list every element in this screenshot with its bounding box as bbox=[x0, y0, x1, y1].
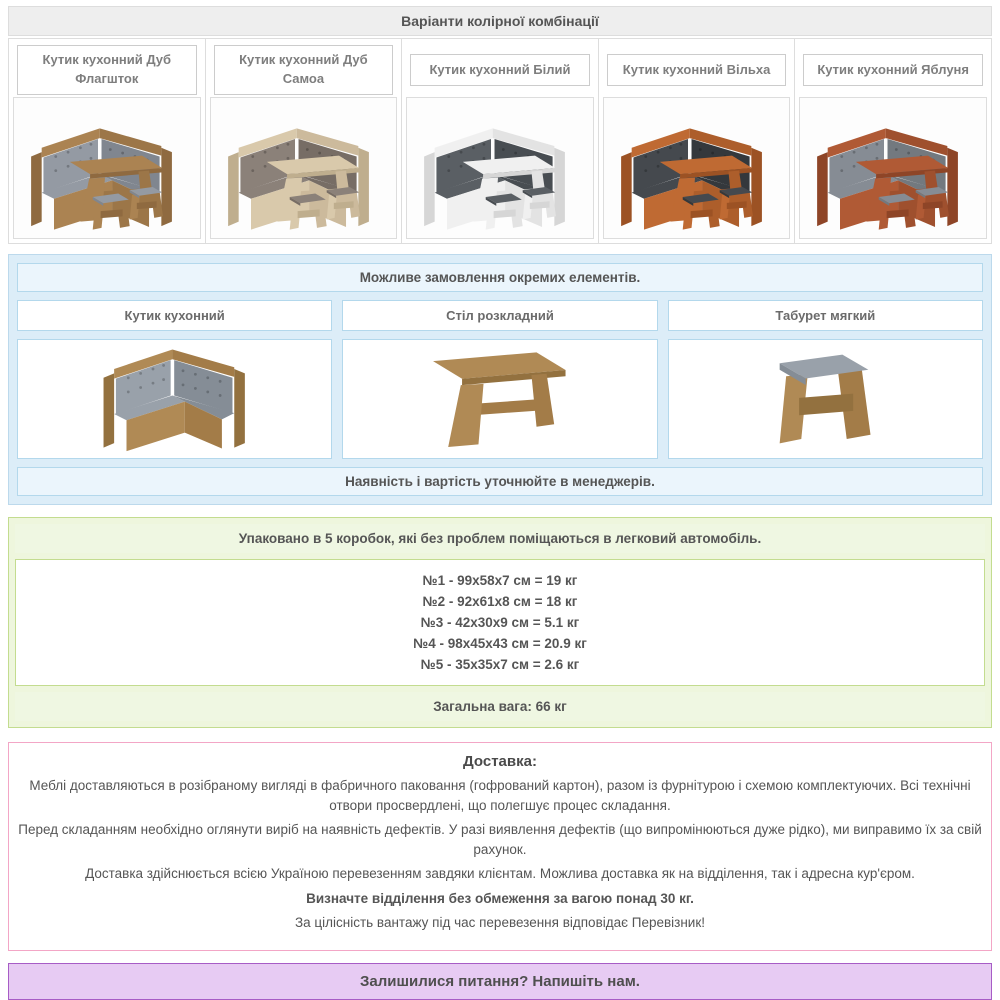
variant-card: Кутик кухонний Вільха bbox=[598, 38, 796, 244]
kitchen-corner-set-icon bbox=[608, 102, 786, 234]
single-elements-section: Можливе замовлення окремих елементів. Ку… bbox=[8, 254, 992, 505]
variant-card: Кутик кухонний Білий bbox=[401, 38, 599, 244]
packaging-header: Упаковано в 5 коробок, які без проблем п… bbox=[15, 524, 985, 553]
variant-cards-row: Кутик кухонний Дуб Флагшток Кутик кухонн… bbox=[8, 38, 992, 244]
variant-image[interactable] bbox=[603, 97, 791, 239]
box-dimension-line: №3 - 42х30х9 см = 5.1 кг bbox=[20, 612, 980, 633]
element-title: Кутик кухонний bbox=[17, 300, 332, 331]
variants-header: Варіанти колірної комбінації bbox=[8, 6, 992, 36]
box-dimension-line: №5 - 35х35х7 см = 2.6 кг bbox=[20, 654, 980, 675]
element-image[interactable] bbox=[342, 339, 657, 459]
delivery-paragraph: Перед складанням необхідно оглянути вирі… bbox=[17, 820, 983, 859]
variant-title-wrap: Кутик кухонний Дуб Самоа bbox=[210, 43, 398, 97]
variant-card: Кутик кухонний Дуб Самоа bbox=[205, 38, 403, 244]
folding-table-icon bbox=[428, 346, 572, 452]
element-column: Кутик кухонний bbox=[17, 300, 332, 459]
variant-title: Кутик кухонний Яблуня bbox=[803, 54, 983, 86]
element-title: Стіл розкладний bbox=[342, 300, 657, 331]
product-info-page: Варіанти колірної комбінації Кутик кухон… bbox=[8, 6, 992, 1000]
variant-title: Кутик кухонний Вільха bbox=[607, 54, 787, 86]
variant-title: Кутик кухонний Дуб Самоа bbox=[214, 45, 394, 95]
variant-image[interactable] bbox=[799, 97, 987, 239]
variant-card: Кутик кухонний Дуб Флагшток bbox=[8, 38, 206, 244]
box-dimension-line: №4 - 98х45х43 см = 20.9 кг bbox=[20, 633, 980, 654]
soft-stool-icon bbox=[771, 346, 879, 452]
element-column: Табурет мягкий bbox=[668, 300, 983, 459]
kitchen-corner-set-icon bbox=[411, 102, 589, 234]
variant-title: Кутик кухонний Білий bbox=[410, 54, 590, 86]
box-dimension-line: №2 - 92х61х8 см = 18 кг bbox=[20, 591, 980, 612]
variant-image[interactable] bbox=[210, 97, 398, 239]
delivery-title: Доставка: bbox=[17, 753, 983, 770]
total-weight: Загальна вага: 66 кг bbox=[15, 692, 985, 721]
element-title: Табурет мягкий bbox=[668, 300, 983, 331]
kitchen-corner-set-icon bbox=[215, 102, 393, 234]
contact-us-bar[interactable]: Залишилися питання? Напишіть нам. bbox=[8, 963, 992, 1000]
variant-title-wrap: Кутик кухонний Дуб Флагшток bbox=[13, 43, 201, 97]
kitchen-corner-set-icon bbox=[18, 102, 196, 234]
variant-title-wrap: Кутик кухонний Білий bbox=[406, 43, 594, 97]
variant-title-wrap: Кутик кухонний Вільха bbox=[603, 43, 791, 97]
box-list: №1 - 99х58х7 см = 19 кг №2 - 92х61х8 см … bbox=[15, 559, 985, 686]
element-columns: Кутик кухонний Стіл розкладний Табурет м… bbox=[17, 300, 983, 459]
delivery-paragraph: Меблі доставляються в розібраному вигляд… bbox=[17, 776, 983, 815]
variant-title-wrap: Кутик кухонний Яблуня bbox=[799, 43, 987, 97]
corner-bench-icon bbox=[100, 346, 248, 452]
delivery-section: Доставка: Меблі доставляються в розібран… bbox=[8, 742, 992, 951]
box-dimension-line: №1 - 99х58х7 см = 19 кг bbox=[20, 570, 980, 591]
delivery-weight-note: Визначте відділення без обмеження за ваг… bbox=[17, 889, 983, 909]
elements-footer-note: Наявність і вартість уточнюйте в менедже… bbox=[17, 467, 983, 496]
variant-card: Кутик кухонний Яблуня bbox=[794, 38, 992, 244]
variant-title: Кутик кухонний Дуб Флагшток bbox=[17, 45, 197, 95]
elements-header: Можливе замовлення окремих елементів. bbox=[17, 263, 983, 292]
kitchen-corner-set-icon bbox=[804, 102, 982, 234]
variant-image[interactable] bbox=[13, 97, 201, 239]
element-column: Стіл розкладний bbox=[342, 300, 657, 459]
element-image[interactable] bbox=[668, 339, 983, 459]
packaging-section: Упаковано в 5 коробок, які без проблем п… bbox=[8, 517, 992, 728]
variant-image[interactable] bbox=[406, 97, 594, 239]
delivery-carrier-note: За цілісність вантажу під час перевезенн… bbox=[17, 913, 983, 933]
color-variants-section: Варіанти колірної комбінації Кутик кухон… bbox=[8, 6, 992, 244]
delivery-paragraph: Доставка здійснюється всією Україною пер… bbox=[17, 864, 983, 884]
element-image[interactable] bbox=[17, 339, 332, 459]
